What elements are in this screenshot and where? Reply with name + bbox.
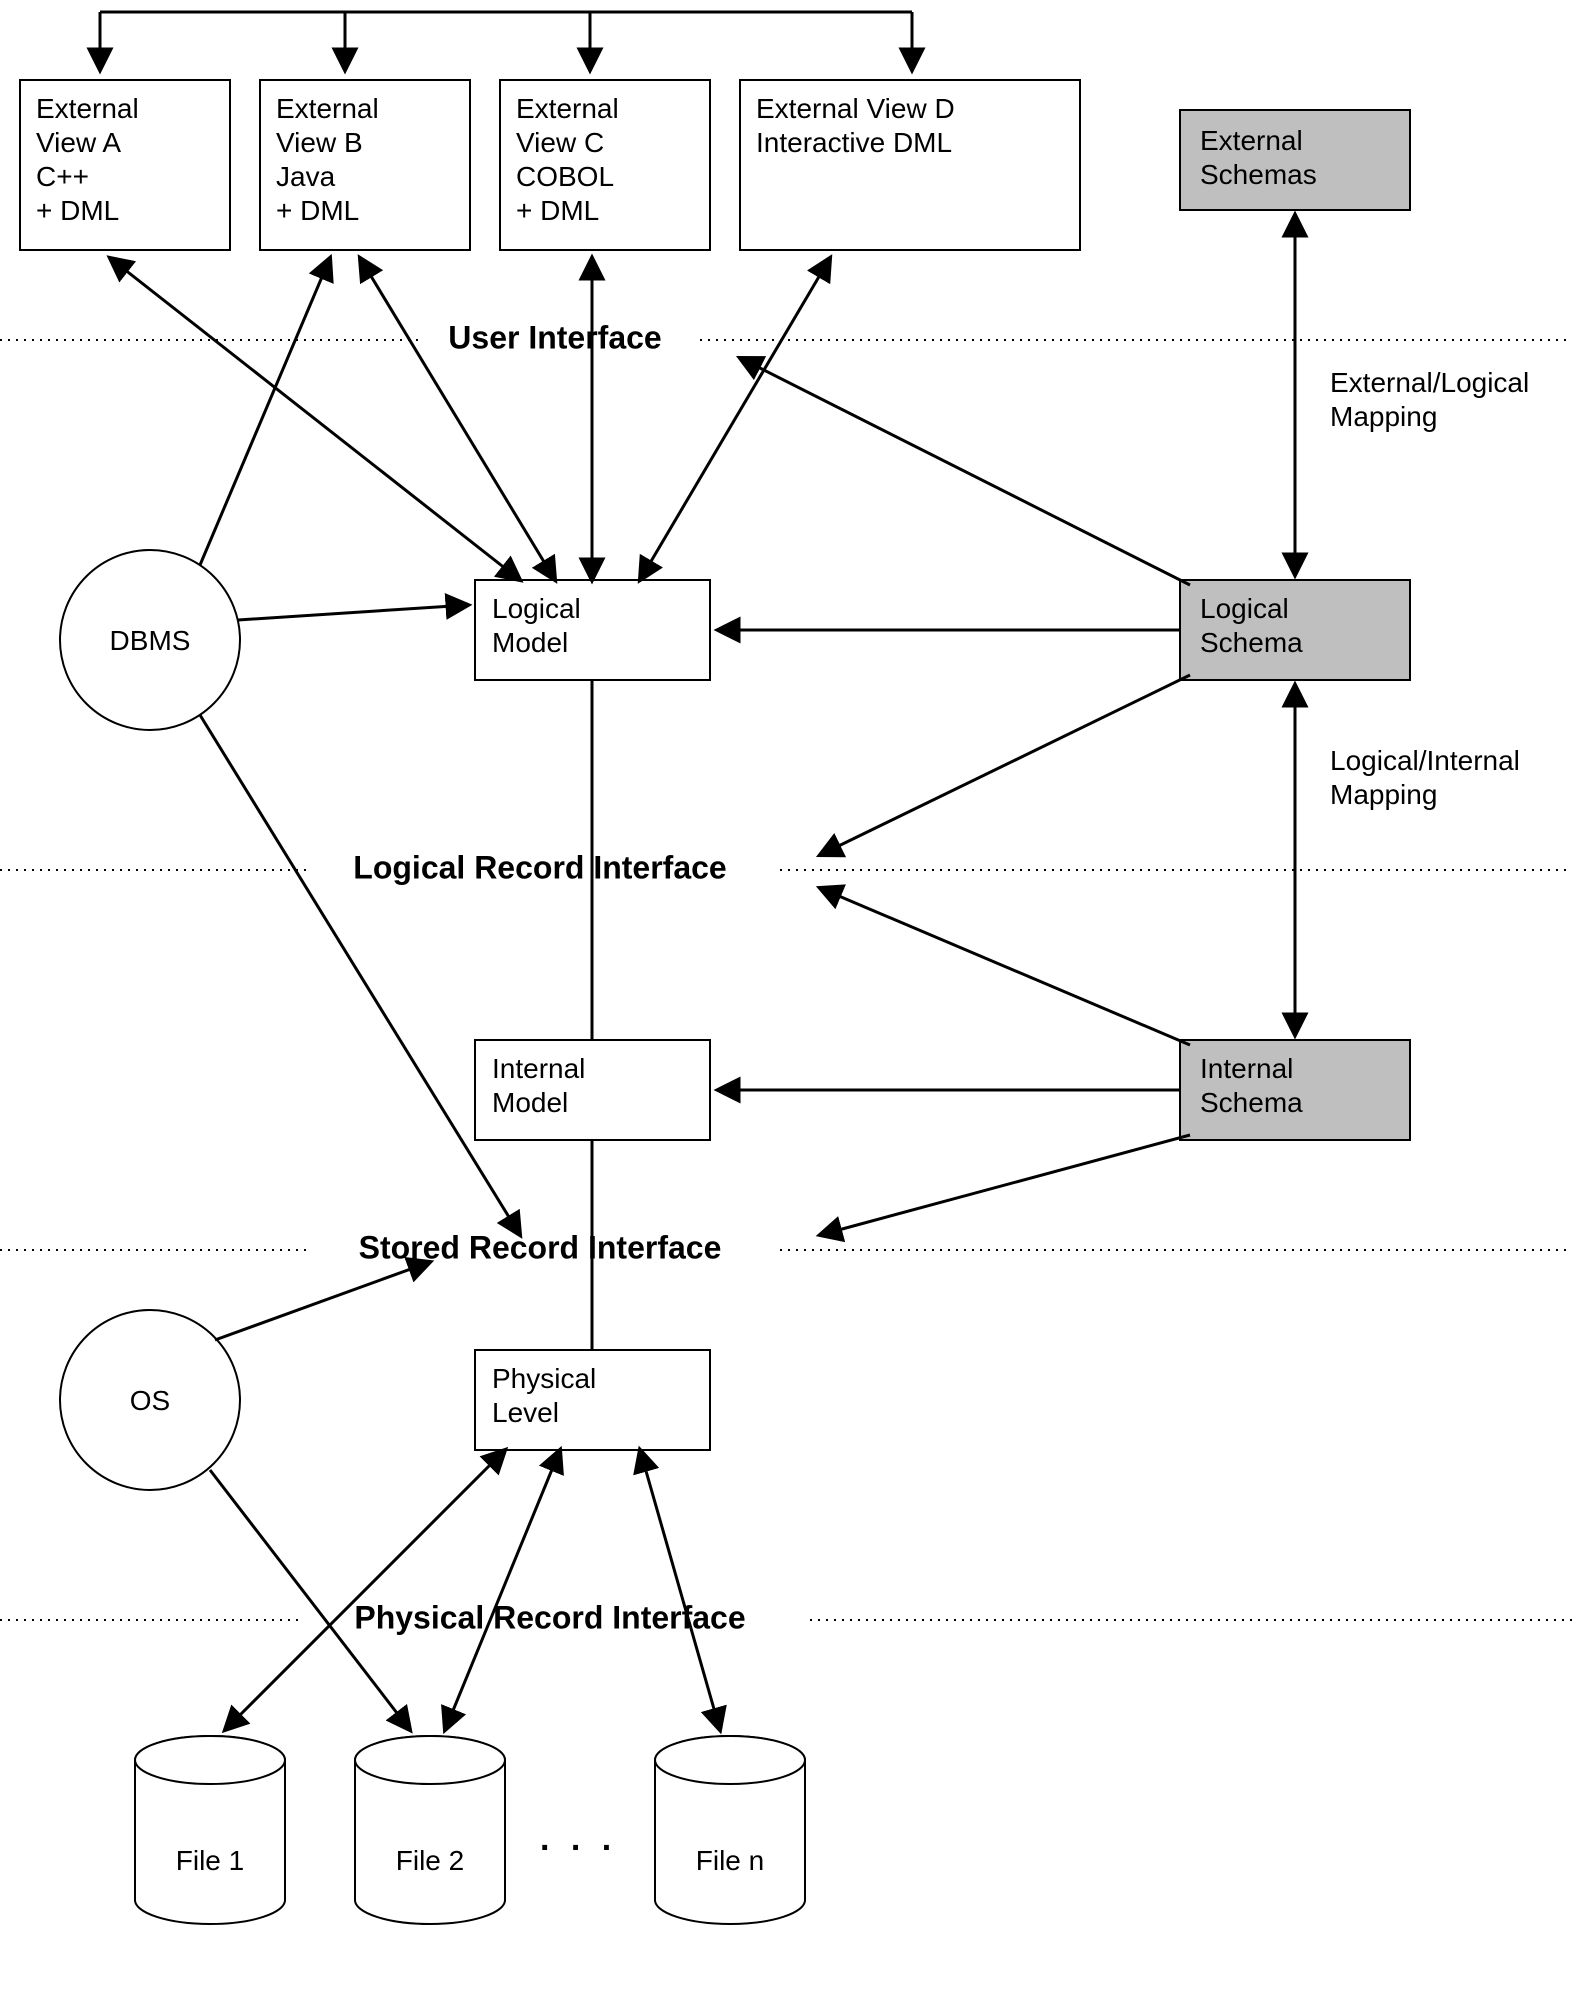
ellipsis-label: . . . (540, 1820, 617, 1858)
physical-level: Physical Level (475, 1350, 710, 1450)
internal-model: Internal Model (475, 1040, 710, 1140)
label: External (36, 93, 139, 124)
arrow (640, 1450, 720, 1730)
arrow (215, 1262, 430, 1340)
label: File 2 (396, 1845, 464, 1876)
label: C++ (36, 161, 89, 192)
label: DBMS (110, 625, 191, 656)
file-n-cylinder: File n (655, 1736, 805, 1924)
arrow (640, 258, 830, 580)
label: Model (492, 1087, 568, 1118)
label: File 1 (176, 1845, 244, 1876)
label: Internal (1200, 1053, 1293, 1084)
label: + DML (36, 195, 119, 226)
label: External View D (756, 93, 955, 124)
external-view-a: External View A C++ + DML (20, 80, 230, 250)
arrow (820, 675, 1190, 855)
logical-record-interface-heading: Logical Record Interface (353, 849, 726, 885)
external-view-b: External View B Java + DML (260, 80, 470, 250)
os-circle: OS (60, 1310, 240, 1490)
label: Interactive DML (756, 127, 952, 158)
label: View B (276, 127, 363, 158)
label: External (276, 93, 379, 124)
label: COBOL (516, 161, 614, 192)
logical-schema: Logical Schema (1180, 580, 1410, 680)
label: Schema (1200, 627, 1303, 658)
arrow (740, 358, 1190, 585)
label: View A (36, 127, 121, 158)
logical-model: Logical Model (475, 580, 710, 680)
label: Level (492, 1397, 559, 1428)
mapping-label: Mapping (1330, 401, 1437, 432)
arrow (200, 258, 330, 565)
mapping-label: External/Logical (1330, 367, 1529, 398)
label: + DML (516, 195, 599, 226)
mapping-label: Mapping (1330, 779, 1437, 810)
mapping-label: Logical/Internal (1330, 745, 1520, 776)
file-2-cylinder: File 2 (355, 1736, 505, 1924)
arrow (238, 605, 468, 620)
label: Physical (492, 1363, 596, 1394)
dbms-circle: DBMS (60, 550, 240, 730)
arrow (200, 715, 520, 1235)
external-schemas: External Schemas (1180, 110, 1410, 210)
external-view-c: External View C COBOL + DML (500, 80, 710, 250)
label: Schemas (1200, 159, 1317, 190)
label: Model (492, 627, 568, 658)
internal-schema: Internal Schema (1180, 1040, 1410, 1140)
label: Logical (1200, 593, 1289, 624)
label: External (516, 93, 619, 124)
user-interface-heading: User Interface (448, 319, 661, 355)
architecture-diagram: External View A C++ + DML External View … (0, 0, 1572, 1999)
stored-record-interface-heading: Stored Record Interface (359, 1229, 722, 1265)
label: Internal (492, 1053, 585, 1084)
label: External (1200, 125, 1303, 156)
label: View C (516, 127, 604, 158)
arrow (820, 888, 1190, 1045)
arrow (820, 1135, 1190, 1235)
label: File n (696, 1845, 764, 1876)
label: + DML (276, 195, 359, 226)
external-view-d: External View D Interactive DML (740, 80, 1080, 250)
label: OS (130, 1385, 170, 1416)
label: Java (276, 161, 336, 192)
label: Schema (1200, 1087, 1303, 1118)
file-1-cylinder: File 1 (135, 1736, 285, 1924)
label: Logical (492, 593, 581, 624)
